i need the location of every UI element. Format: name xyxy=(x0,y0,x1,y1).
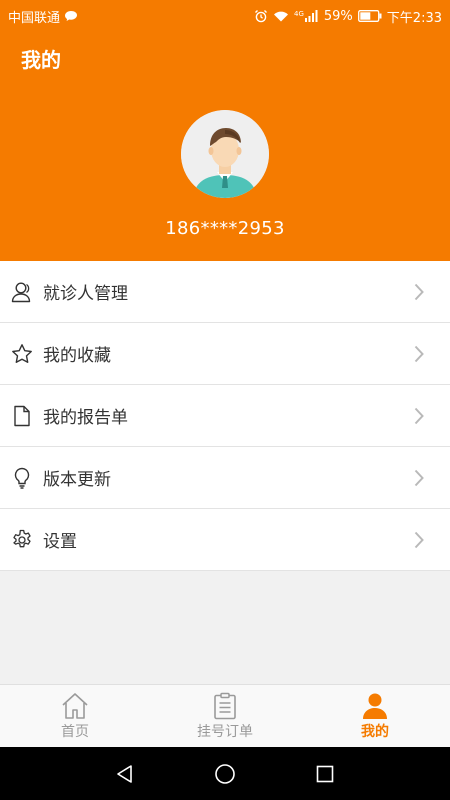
tab-orders[interactable]: 挂号订单 xyxy=(150,685,300,747)
menu-item-label: 版本更新 xyxy=(43,470,111,490)
clock-time: 下午2:33 xyxy=(386,10,442,26)
user-phone: 186****2953 xyxy=(165,218,285,239)
star-icon xyxy=(11,343,33,365)
lightbulb-icon xyxy=(11,467,33,489)
chevron-right-icon xyxy=(414,283,428,301)
menu-item-settings[interactable]: 设置 xyxy=(0,509,450,571)
avatar[interactable] xyxy=(181,110,269,198)
clipboard-icon xyxy=(213,691,237,721)
carrier-label: 中国联通 xyxy=(8,10,61,26)
menu-item-label: 就诊人管理 xyxy=(43,284,128,304)
tab-label: 首页 xyxy=(61,724,89,740)
home-icon xyxy=(60,691,90,721)
wifi-icon xyxy=(273,10,289,22)
battery-icon xyxy=(357,10,382,22)
profile-header: 中国联通 4G 59% 下午2:33 我的 186****2953 xyxy=(0,0,450,261)
chevron-right-icon xyxy=(414,531,428,549)
menu-item-label: 我的报告单 xyxy=(43,408,128,428)
menu-list: 就诊人管理 我的收藏 我的报告单 版本更新 设置 xyxy=(0,261,450,571)
tab-label: 我的 xyxy=(361,724,389,740)
battery-percent: 59% xyxy=(323,8,353,24)
chevron-right-icon xyxy=(414,407,428,425)
chevron-right-icon xyxy=(414,345,428,363)
menu-item-reports[interactable]: 我的报告单 xyxy=(0,385,450,447)
back-icon[interactable] xyxy=(113,762,137,786)
tab-home[interactable]: 首页 xyxy=(0,685,150,747)
bottom-tab-bar: 首页 挂号订单 我的 xyxy=(0,684,450,747)
person-icon xyxy=(362,691,388,721)
document-icon xyxy=(11,405,33,427)
menu-item-version-update[interactable]: 版本更新 xyxy=(0,447,450,509)
tab-mine[interactable]: 我的 xyxy=(300,685,450,747)
message-icon xyxy=(64,10,78,22)
system-nav-bar xyxy=(0,747,450,800)
tab-label: 挂号订单 xyxy=(197,724,253,740)
person-icon xyxy=(11,281,33,303)
recents-icon[interactable] xyxy=(313,762,337,786)
home-nav-icon[interactable] xyxy=(213,762,237,786)
gear-icon xyxy=(11,529,33,551)
menu-item-patient-management[interactable]: 就诊人管理 xyxy=(0,261,450,323)
page-title: 我的 xyxy=(21,48,61,72)
status-bar: 中国联通 4G 59% 下午2:33 xyxy=(0,0,450,32)
alarm-icon xyxy=(254,9,268,23)
network-type-label: 4G xyxy=(294,10,304,18)
signal-icon: 4G xyxy=(294,10,319,22)
chevron-right-icon xyxy=(414,469,428,487)
menu-item-favorites[interactable]: 我的收藏 xyxy=(0,323,450,385)
menu-item-label: 我的收藏 xyxy=(43,346,111,366)
menu-item-label: 设置 xyxy=(43,532,77,552)
